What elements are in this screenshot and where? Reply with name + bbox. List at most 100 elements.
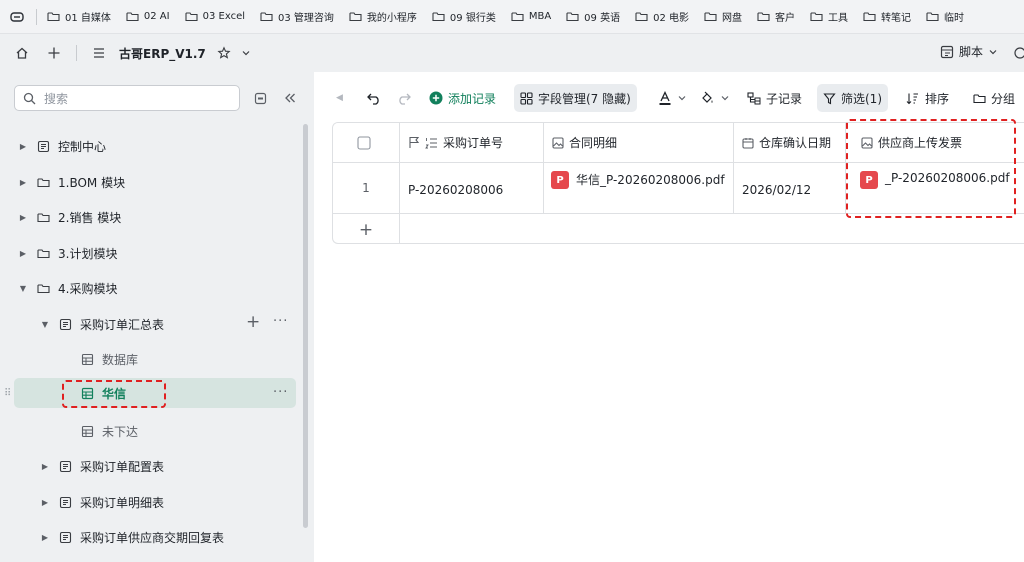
bookmark-folder[interactable]: 临时 <box>926 9 964 24</box>
menu-icon[interactable] <box>89 43 109 63</box>
bookmark-folder[interactable]: 02 AI <box>126 11 170 22</box>
sidebar-item-bom-module[interactable]: ▶ 1.BOM 模块 <box>18 167 125 197</box>
caret-down-icon[interactable]: ▼ <box>18 284 28 293</box>
text-color-icon <box>659 90 671 105</box>
bookmark-folder[interactable]: 转笔记 <box>863 9 911 24</box>
column-header-label: 采购订单号 <box>443 136 504 150</box>
tab-list-icon[interactable] <box>8 8 26 26</box>
bookmark-label: 02 电影 <box>653 13 689 24</box>
add-icon[interactable] <box>44 43 64 63</box>
script-icon <box>940 45 954 58</box>
file-name[interactable]: 华信_P-20260208006.pdf <box>576 171 725 188</box>
caret-right-icon[interactable]: ▶ <box>40 498 50 507</box>
bookmark-folder[interactable]: 09 银行类 <box>432 9 496 24</box>
bookmark-folder[interactable]: 03 Excel <box>185 11 245 22</box>
caret-right-icon[interactable]: ▶ <box>40 462 50 471</box>
hide-sidebar-icon[interactable] <box>282 90 298 106</box>
cell-confirm-date[interactable]: 2026/02/12 <box>734 163 846 214</box>
field-manage-button[interactable]: 字段管理(7 隐藏) <box>514 84 637 112</box>
star-icon[interactable] <box>214 43 234 63</box>
file-name[interactable]: _P-20260208006.pdf <box>885 171 1010 185</box>
sub-record-button[interactable]: 子记录 <box>747 84 802 112</box>
search-placeholder: 搜索 <box>44 91 69 106</box>
bookmark-label: 02 AI <box>143 11 170 22</box>
bookmark-folder[interactable]: 01 自媒体 <box>47 9 111 24</box>
row-index[interactable]: 1 <box>333 163 400 214</box>
sidebar-item-database[interactable]: 数据库 <box>80 344 138 374</box>
more-icon[interactable]: ··· <box>273 385 288 400</box>
column-header-invoice[interactable]: 供应商上传发票 <box>846 123 1024 163</box>
filter-button[interactable]: 筛选(1) <box>817 84 888 112</box>
fill-color-button[interactable] <box>700 84 735 112</box>
checkbox-icon[interactable] <box>356 135 371 150</box>
bookmark-folder[interactable]: 02 电影 <box>635 9 689 24</box>
column-header-order-no[interactable]: 采购订单号 <box>400 123 544 163</box>
folder-icon <box>511 12 524 22</box>
sidebar-item-control-center[interactable]: ▶ 控制中心 <box>18 131 106 161</box>
bookmark-folder[interactable]: 客户 <box>757 9 795 24</box>
bookmark-label: 网盘 <box>721 13 742 24</box>
number-list-icon <box>425 137 437 148</box>
text-color-button[interactable] <box>658 84 692 112</box>
drag-handle-icon[interactable]: ⠿ <box>4 388 11 399</box>
search-input[interactable]: 搜索 <box>14 85 240 111</box>
select-all-cell[interactable] <box>333 123 400 163</box>
add-record-button[interactable]: 添加记录 <box>429 84 496 112</box>
chevron-down-icon <box>678 96 686 101</box>
bookmark-folder[interactable]: 我的小程序 <box>349 9 417 24</box>
undo-button[interactable] <box>366 84 387 112</box>
sidebar-item-po-detail[interactable]: ▶ 采购订单明细表 <box>40 487 164 517</box>
redo-button[interactable] <box>396 84 417 112</box>
sidebar-scrollbar[interactable] <box>303 124 308 528</box>
column-header-contract[interactable]: 合同明细 <box>544 123 734 163</box>
more-icon[interactable]: ··· <box>273 314 288 329</box>
caret-right-icon[interactable]: ▶ <box>18 178 28 187</box>
sidebar-item-not-issued[interactable]: 未下达 <box>80 416 138 446</box>
document-title[interactable]: 古哥ERP_V1.7 <box>119 45 206 62</box>
column-header-confirm-date[interactable]: 仓库确认日期 <box>734 123 846 163</box>
home-icon[interactable] <box>12 43 32 63</box>
cell-contract-file[interactable]: P 华信_P-20260208006.pdf <box>544 163 734 214</box>
sidebar-item-sales-module[interactable]: ▶ 2.销售 模块 <box>18 202 121 232</box>
sort-button[interactable]: 排序 <box>906 84 949 112</box>
add-row-area[interactable] <box>400 214 1024 243</box>
caret-right-icon[interactable]: ▶ <box>40 533 50 542</box>
sidebar-item-huaxin[interactable]: 华信 <box>14 378 296 408</box>
sidebar-item-purchase-module[interactable]: ▼ 4.采购模块 <box>18 273 118 303</box>
bookmark-folder[interactable]: 09 英语 <box>566 9 620 24</box>
sidebar-item-po-summary[interactable]: ▼ 采购订单汇总表 <box>40 309 164 339</box>
bookmark-folder[interactable]: MBA <box>511 11 551 22</box>
folder-icon <box>566 12 579 22</box>
pdf-icon: P <box>551 171 569 189</box>
add-record-label: 添加记录 <box>448 91 497 106</box>
sidebar-item-plan-module[interactable]: ▶ 3.计划模块 <box>18 238 118 268</box>
folder-icon <box>36 246 50 260</box>
sidebar-item-po-supplier-reply[interactable]: ▶ 采购订单供应商交期回复表 <box>40 522 224 552</box>
bookmark-folder[interactable]: 网盘 <box>704 9 742 24</box>
cell-order-no[interactable]: P-20260208006 <box>400 163 544 214</box>
cell-invoice-file[interactable]: P _P-20260208006.pdf <box>846 163 1024 214</box>
caret-down-icon[interactable]: ▼ <box>40 320 50 329</box>
chevron-down-icon[interactable] <box>236 43 256 63</box>
caret-right-icon[interactable]: ▶ <box>18 142 28 151</box>
redo-icon <box>399 93 411 105</box>
extension-icon[interactable] <box>1012 46 1024 60</box>
add-child-icon[interactable]: + <box>246 312 260 332</box>
add-row-button[interactable]: + <box>333 214 400 243</box>
bookmark-folder[interactable]: 03 管理咨询 <box>260 9 334 24</box>
caret-left-icon[interactable]: ◀ <box>336 84 343 112</box>
column-header-label: 供应商上传发票 <box>878 136 963 150</box>
sidebar-item-po-config[interactable]: ▶ 采购订单配置表 <box>40 451 164 481</box>
document-icon <box>58 530 72 544</box>
sort-icon <box>906 92 918 104</box>
sidebar-item-label: 4.采购模块 <box>58 281 118 296</box>
caret-right-icon[interactable]: ▶ <box>18 213 28 222</box>
group-button[interactable]: 分组 <box>973 84 1015 112</box>
calendar-icon <box>742 137 754 149</box>
script-menu[interactable]: 脚本 <box>940 43 998 60</box>
bookmark-folder[interactable]: 工具 <box>810 9 848 24</box>
caret-right-icon[interactable]: ▶ <box>18 249 28 258</box>
collapse-all-icon[interactable] <box>252 90 268 106</box>
table-icon <box>80 352 94 366</box>
divider <box>76 45 77 61</box>
